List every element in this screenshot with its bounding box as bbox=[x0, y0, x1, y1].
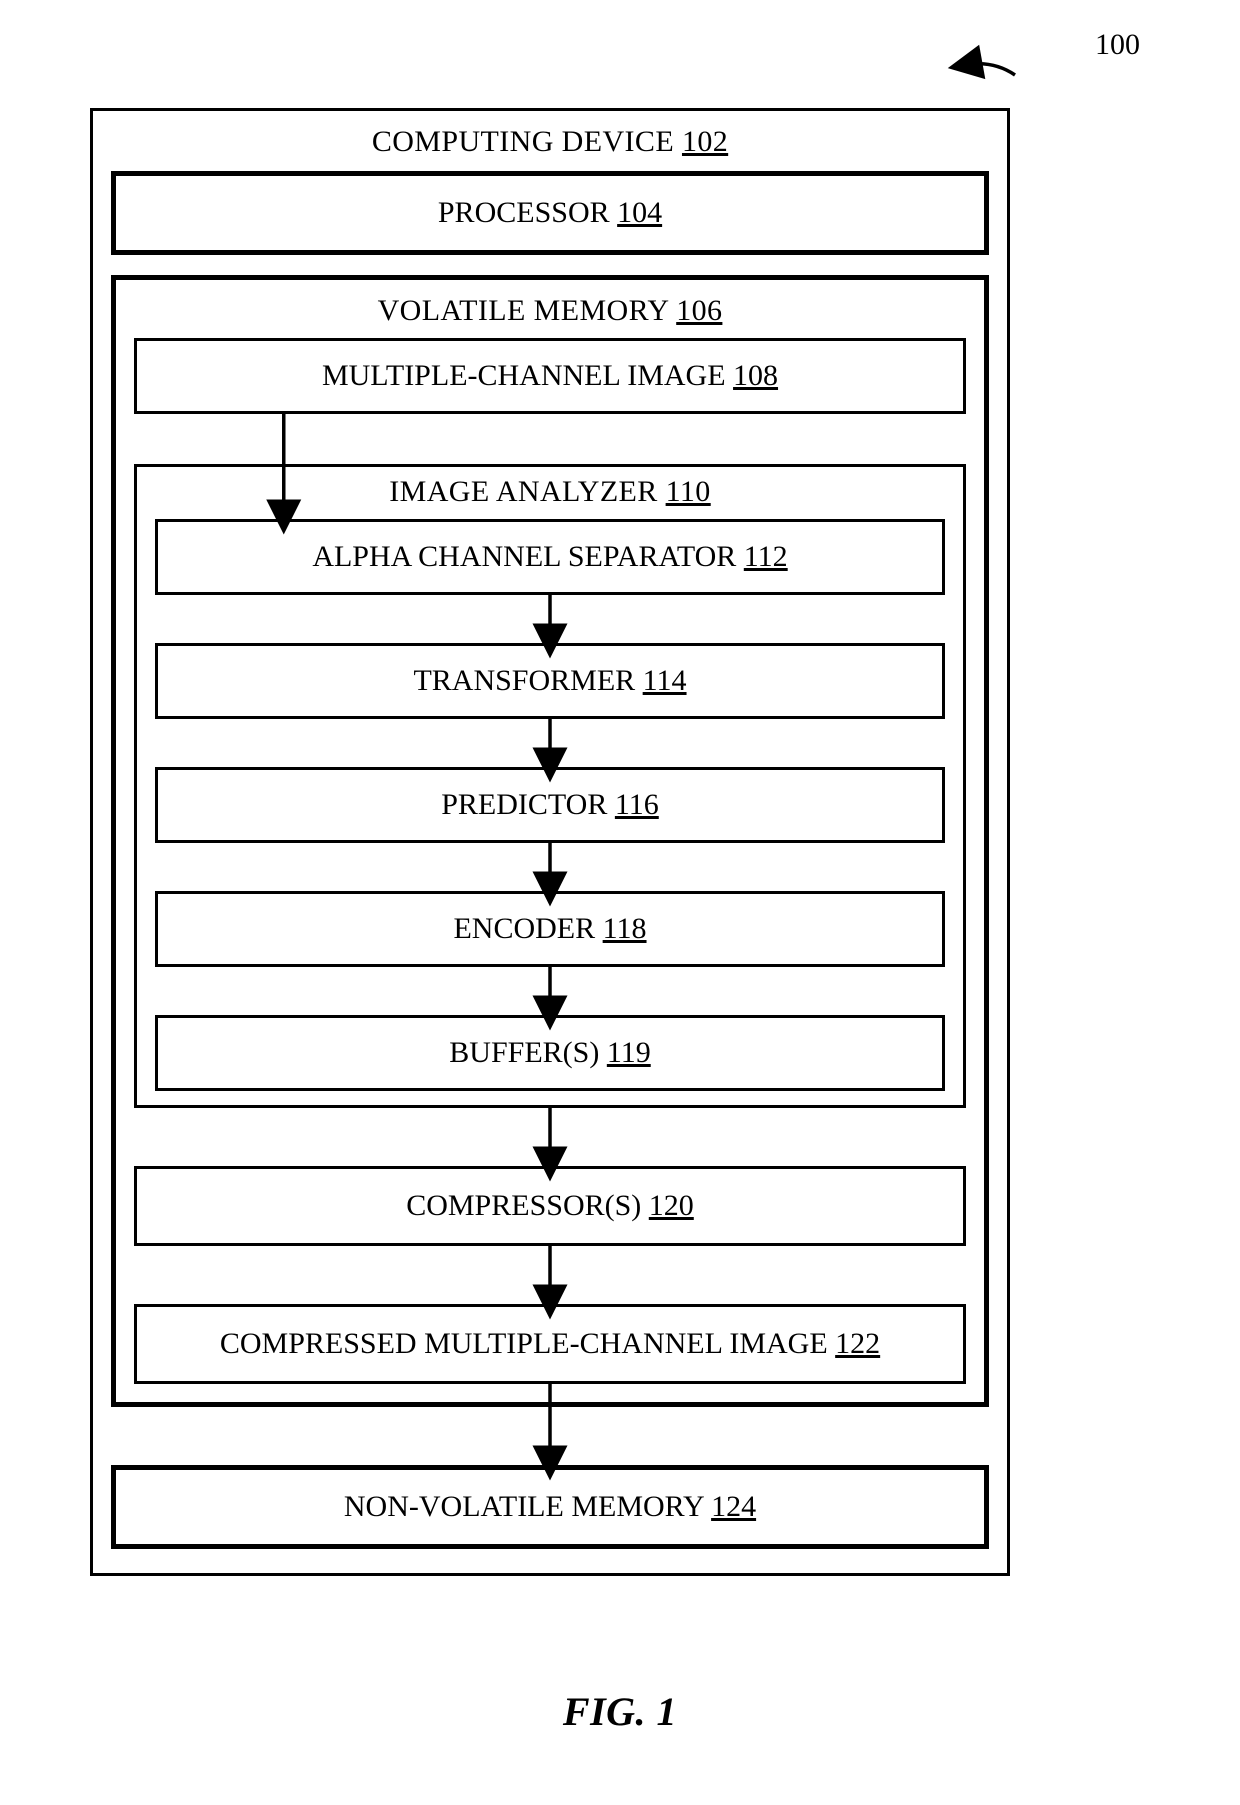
volatile-memory-label: VOLATILE MEMORY bbox=[378, 294, 669, 327]
mci-label: MULTIPLE-CHANNEL IMAGE bbox=[322, 359, 726, 392]
step-ref: 118 bbox=[603, 912, 647, 945]
volatile-memory-title: VOLATILE MEMORY 106 bbox=[134, 290, 966, 338]
arrow-gap bbox=[155, 719, 945, 767]
computing-device-label: COMPUTING DEVICE bbox=[372, 125, 674, 158]
non-volatile-memory-box: NON-VOLATILE MEMORY 124 bbox=[111, 1465, 989, 1549]
volatile-memory-box: VOLATILE MEMORY 106 MULTIPLE-CHANNEL IMA… bbox=[111, 275, 989, 1407]
arrow-gap bbox=[134, 1246, 966, 1304]
nvmem-ref: 124 bbox=[711, 1490, 756, 1523]
step-ref: 114 bbox=[643, 664, 687, 697]
step-ref: 112 bbox=[744, 540, 788, 573]
image-analyzer-box: IMAGE ANALYZER 110 ALPHA CHANNEL SEPARAT… bbox=[134, 464, 966, 1108]
step-label: PREDICTOR bbox=[441, 788, 607, 821]
compressed-mci-box: COMPRESSED MULTIPLE-CHANNEL IMAGE 122 bbox=[134, 1304, 966, 1384]
volatile-memory-ref: 106 bbox=[676, 294, 722, 327]
figure-caption: FIG. 1 bbox=[0, 1688, 1240, 1735]
page: 100 COMPUTING DEVICE 102 PROCESSOR 104 V… bbox=[0, 0, 1240, 1805]
arrow-gap bbox=[155, 843, 945, 891]
cmci-label: COMPRESSED MULTIPLE-CHANNEL IMAGE bbox=[220, 1327, 828, 1360]
buffers-box: BUFFER(S) 119 bbox=[155, 1015, 945, 1091]
cmci-ref: 122 bbox=[835, 1327, 880, 1360]
arrow-gap bbox=[155, 595, 945, 643]
processor-label: PROCESSOR bbox=[438, 196, 610, 229]
figure-ref-callout: 100 bbox=[960, 28, 1140, 88]
compressors-box: COMPRESSOR(S) 120 bbox=[134, 1166, 966, 1246]
multiple-channel-image-box: MULTIPLE-CHANNEL IMAGE 108 bbox=[134, 338, 966, 414]
alpha-channel-separator-box: ALPHA CHANNEL SEPARATOR 112 bbox=[155, 519, 945, 595]
encoder-box: ENCODER 118 bbox=[155, 891, 945, 967]
processor-box: PROCESSOR 104 bbox=[111, 171, 989, 255]
image-analyzer-ref: 110 bbox=[666, 475, 711, 508]
figure-ref-number: 100 bbox=[1095, 28, 1140, 62]
compressors-label: COMPRESSOR(S) bbox=[406, 1189, 641, 1222]
image-analyzer-title: IMAGE ANALYZER 110 bbox=[155, 473, 945, 519]
step-ref: 116 bbox=[615, 788, 659, 821]
step-label: ENCODER bbox=[453, 912, 595, 945]
predictor-box: PREDICTOR 116 bbox=[155, 767, 945, 843]
transformer-box: TRANSFORMER 114 bbox=[155, 643, 945, 719]
arrow-gap bbox=[155, 967, 945, 1015]
compressors-ref: 120 bbox=[649, 1189, 694, 1222]
step-label: ALPHA CHANNEL SEPARATOR bbox=[312, 540, 736, 573]
computing-device-ref: 102 bbox=[682, 125, 728, 158]
step-label: TRANSFORMER bbox=[413, 664, 635, 697]
image-analyzer-label: IMAGE ANALYZER bbox=[389, 475, 657, 508]
computing-device-title: COMPUTING DEVICE 102 bbox=[111, 121, 989, 171]
nvmem-label: NON-VOLATILE MEMORY bbox=[344, 1490, 704, 1523]
arrow-gap bbox=[134, 1108, 966, 1166]
mci-ref: 108 bbox=[733, 359, 778, 392]
step-ref: 119 bbox=[607, 1036, 651, 1069]
arrow-gap bbox=[111, 1407, 989, 1465]
processor-ref: 104 bbox=[617, 196, 662, 229]
computing-device-box: COMPUTING DEVICE 102 PROCESSOR 104 VOLAT… bbox=[90, 108, 1010, 1576]
step-label: BUFFER(S) bbox=[449, 1036, 599, 1069]
